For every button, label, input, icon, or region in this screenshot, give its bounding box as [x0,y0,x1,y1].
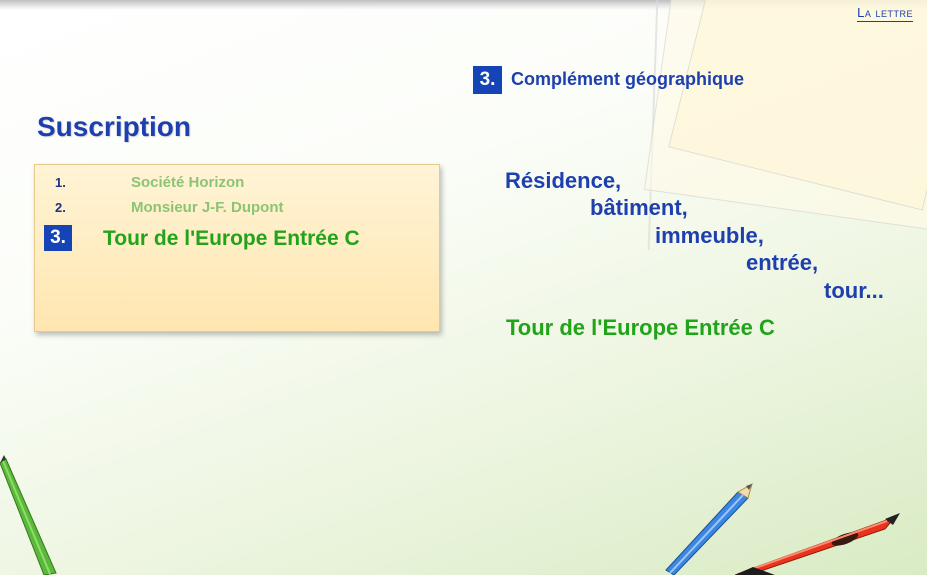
page-title: Suscription [37,111,192,142]
section-heading: Complément géographique [511,69,745,89]
example-line: Tour de l'Europe Entrée C [506,315,775,340]
green-pencil-icon [0,455,57,575]
line-number-badge: 3. [44,225,72,251]
address-line-company: Société Horizon [131,174,245,191]
address-box: 1. Société Horizon 2. Monsieur J-F. Dupo… [34,164,440,332]
term-batiment: bâtiment, [590,195,688,220]
term-immeuble: immeuble, [655,223,764,248]
address-line-geographic: Tour de l'Europe Entrée C [103,227,360,250]
term-entree: entrée, [746,250,819,275]
term-tour: tour... [824,278,884,303]
address-line-recipient: Monsieur J-F. Dupont [131,199,284,216]
line-number: 2. [55,200,66,215]
term-residence: Résidence, [505,168,622,193]
line-number: 1. [55,175,66,190]
red-pencil-icon [735,513,900,575]
la-lettre-link[interactable]: La lettre [857,5,913,22]
section-number-badge: 3. [473,66,502,94]
